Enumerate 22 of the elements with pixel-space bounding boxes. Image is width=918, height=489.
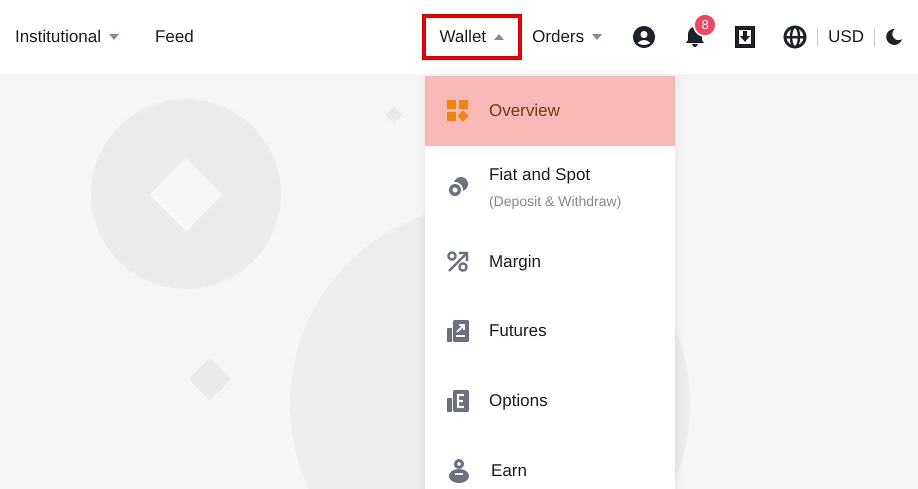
notification-badge: 8: [693, 13, 718, 37]
document-e-icon: [447, 390, 469, 412]
nav-link[interactable]: Institutional: [15, 14, 119, 60]
menu-item[interactable]: Futures: [425, 296, 675, 366]
nav-link[interactable]: Orders: [532, 14, 602, 60]
nav-link[interactable]: Wallet: [422, 14, 522, 60]
grid-icon: [447, 100, 469, 122]
currency-selector[interactable]: USD: [828, 24, 864, 50]
menu-item[interactable]: Options: [425, 366, 675, 436]
menu-item[interactable]: Margin: [425, 228, 675, 296]
nav-link[interactable]: Feed: [155, 14, 194, 60]
piggy-bank-icon: [447, 458, 471, 484]
percent-arrow-icon: [447, 251, 469, 273]
moon-icon[interactable]: [885, 28, 903, 46]
menu-item[interactable]: Earn: [425, 436, 675, 489]
download-icon[interactable]: [734, 25, 756, 49]
menu-item[interactable]: Fiat and Spot (Deposit & Withdraw): [425, 146, 675, 228]
document-arrow-icon: [447, 320, 469, 342]
menu-item[interactable]: Overview: [425, 76, 675, 146]
globe-icon[interactable]: [783, 25, 808, 49]
coins-icon: [447, 176, 469, 198]
account-icon[interactable]: [632, 25, 656, 49]
